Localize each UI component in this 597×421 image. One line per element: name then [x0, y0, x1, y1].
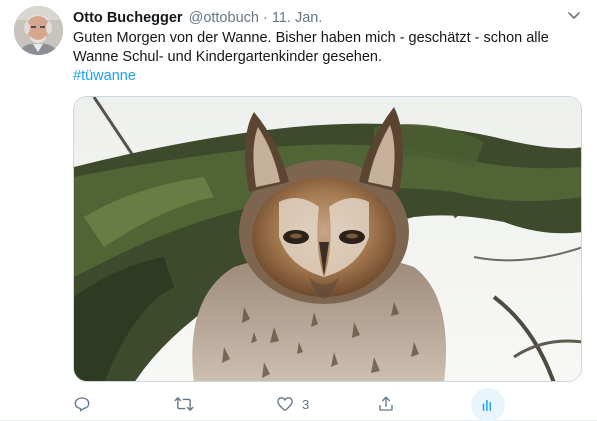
- tweet-actions: 3: [0, 388, 597, 421]
- retweet-icon: [174, 395, 194, 413]
- retweet-button[interactable]: [174, 390, 194, 418]
- share-icon: [377, 395, 395, 413]
- reply-icon: [73, 395, 91, 413]
- avatar-image: [14, 6, 63, 55]
- share-button[interactable]: [377, 390, 395, 418]
- tweet-date[interactable]: 11. Jan.: [272, 10, 323, 26]
- analytics-icon: [479, 396, 497, 419]
- display-name[interactable]: Otto Buchegger: [73, 10, 183, 26]
- tweet-media[interactable]: [73, 96, 582, 382]
- tweet-header: Otto Buchegger @ottobuch · 11. Jan.: [73, 9, 322, 27]
- separator-dot: ·: [262, 10, 268, 26]
- like-button[interactable]: 3: [276, 390, 309, 418]
- user-handle[interactable]: @ottobuch: [189, 10, 259, 26]
- reply-button[interactable]: [73, 390, 91, 418]
- chevron-down-icon[interactable]: [566, 9, 582, 23]
- like-count: 3: [302, 396, 310, 412]
- owl-photo: [74, 97, 581, 381]
- tweet-text-line: Guten Morgen von der Wanne. Bisher haben…: [73, 30, 549, 46]
- hashtag-link[interactable]: #tüwanne: [73, 67, 583, 86]
- analytics-button[interactable]: [471, 388, 505, 421]
- tweet-text: Guten Morgen von der Wanne. Bisher haben…: [73, 29, 583, 86]
- avatar[interactable]: [14, 6, 63, 55]
- tweet-text-line: Wanne Schul- und Kindergartenkinder gese…: [73, 49, 382, 65]
- tweet[interactable]: Otto Buchegger @ottobuch · 11. Jan. Gute…: [0, 0, 597, 421]
- heart-icon: [276, 395, 294, 413]
